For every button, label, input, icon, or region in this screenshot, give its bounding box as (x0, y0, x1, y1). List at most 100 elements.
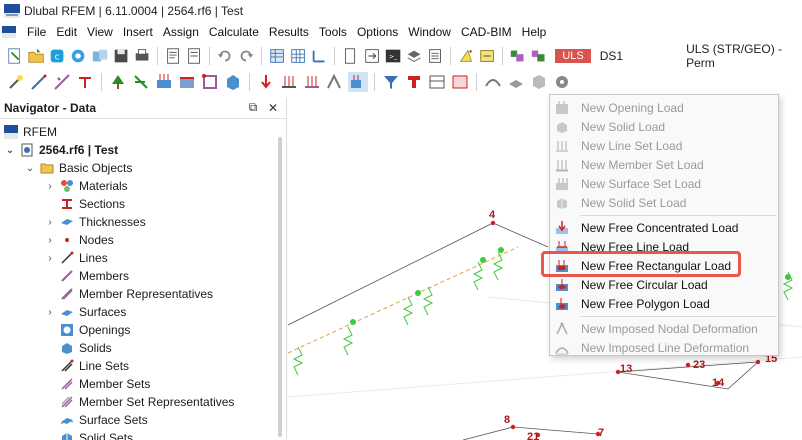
visibility-icon[interactable] (450, 72, 470, 92)
tree-node-sections[interactable]: Sections (60, 195, 125, 213)
menu-item-new-opening-load[interactable]: New Opening Load (550, 98, 778, 117)
tree-node-line-sets[interactable]: Line Sets (60, 357, 129, 375)
load-case-icon[interactable] (509, 46, 527, 66)
iso-view-icon[interactable] (506, 72, 526, 92)
new-line-icon[interactable] (29, 72, 49, 92)
frame-load-icon[interactable] (200, 72, 220, 92)
menu-tools[interactable]: Tools (314, 22, 352, 42)
menu-results[interactable]: Results (264, 22, 314, 42)
tree-node-nodes[interactable]: › Nodes (44, 231, 113, 249)
new-member-icon[interactable] (52, 72, 72, 92)
tree-node-member-sets[interactable]: Member Sets (60, 375, 150, 393)
menu-item-new-solid-load[interactable]: New Solid Load (550, 117, 778, 136)
tree-node-thicknesses[interactable]: › Thicknesses (44, 213, 145, 231)
tree-node-surfaces[interactable]: › Surfaces (44, 303, 126, 321)
chevron-right-icon[interactable]: › (44, 181, 56, 192)
menu-file[interactable]: File (22, 22, 51, 42)
tree-node-member-representatives[interactable]: Member Representatives (60, 285, 213, 303)
combination-icon[interactable] (530, 46, 548, 66)
chevron-right-icon[interactable]: › (44, 217, 56, 228)
print-icon[interactable] (133, 46, 151, 66)
menu-assign[interactable]: Assign (158, 22, 204, 42)
tree-node-solids[interactable]: Solids (60, 339, 112, 357)
menu-item-new-imposed-nodal-deformation[interactable]: New Imposed Nodal Deformation (550, 319, 778, 338)
tree-node-member-set-representatives[interactable]: Member Set Representatives (60, 393, 234, 411)
export-icon[interactable] (363, 46, 381, 66)
save-icon[interactable] (112, 46, 130, 66)
tree-node-openings[interactable]: Openings (60, 321, 130, 339)
undo-icon[interactable] (216, 46, 234, 66)
chevron-down-icon[interactable]: ⌄ (24, 163, 36, 174)
tree-node-materials[interactable]: › Materials (44, 177, 127, 195)
menu-item-new-free-polygon-load[interactable]: New Free Polygon Load (550, 294, 778, 313)
tree-load-icon[interactable] (108, 72, 128, 92)
multi-file-icon[interactable] (91, 46, 109, 66)
tree-node-lines[interactable]: › Lines (44, 249, 107, 267)
chevron-right-icon[interactable]: › (44, 307, 56, 318)
float-panel-icon[interactable]: ⧉ (246, 100, 260, 115)
filter-icon[interactable] (381, 72, 401, 92)
tree-node-solid-sets[interactable]: Solid Sets (60, 429, 133, 440)
deformation-icon[interactable] (483, 72, 503, 92)
imposed-load-icon[interactable] (325, 72, 345, 92)
wind-load-icon[interactable] (131, 72, 151, 92)
menu-insert[interactable]: Insert (118, 22, 158, 42)
menu-item-new-line-set-load[interactable]: New Line Set Load (550, 136, 778, 155)
menu-item-new-imposed-line-deformation[interactable]: New Imposed Line Deformation (550, 338, 778, 357)
menu-item-new-surface-set-load[interactable]: New Surface Set Load (550, 174, 778, 193)
section-icon[interactable] (404, 72, 424, 92)
tree-node-basic-objects[interactable]: ⌄ Basic Objects (24, 159, 133, 177)
new-node-icon[interactable] (6, 72, 26, 92)
menu-item-new-member-set-load[interactable]: New Member Set Load (550, 155, 778, 174)
tree-node-rfem[interactable]: RFEM (4, 123, 57, 141)
menu-view[interactable]: View (82, 22, 118, 42)
axis-icon[interactable] (310, 46, 328, 66)
menu-window[interactable]: Window (403, 22, 456, 42)
chevron-right-icon[interactable]: › (44, 235, 56, 246)
table-icon[interactable] (268, 46, 286, 66)
page-icon[interactable] (341, 46, 359, 66)
tree-node-surface-sets[interactable]: Surface Sets (60, 411, 148, 429)
menu-calculate[interactable]: Calculate (204, 22, 264, 42)
chevron-down-icon[interactable]: ⌄ (4, 145, 16, 156)
chevron-right-icon[interactable]: › (44, 253, 56, 264)
tree-node-members[interactable]: Members (60, 267, 129, 285)
menu-item-new-free-concentrated-load[interactable]: New Free Concentrated Load (550, 218, 778, 237)
new-support-icon[interactable] (75, 72, 95, 92)
member-line-load-icon[interactable] (302, 72, 322, 92)
member-load-icon[interactable] (177, 72, 197, 92)
open-folder-icon[interactable] (27, 46, 45, 66)
redo-icon[interactable] (237, 46, 255, 66)
line-load-icon[interactable] (279, 72, 299, 92)
new-model-icon[interactable] (6, 46, 24, 66)
free-load-active-icon[interactable] (348, 72, 368, 92)
menu-item-new-free-circular-load[interactable]: New Free Circular Load (550, 275, 778, 294)
layers-icon[interactable] (405, 46, 423, 66)
node-load-icon[interactable] (256, 72, 276, 92)
design-situation-combo[interactable]: ULS (STR/GEO) - Perm (686, 42, 802, 70)
web-services-icon[interactable] (69, 46, 87, 66)
grid-icon[interactable] (289, 46, 307, 66)
document-icon[interactable] (185, 46, 203, 66)
tree-node-file[interactable]: ⌄ 2564.rf6 | Test (4, 141, 118, 159)
script-icon[interactable]: >_ (384, 46, 402, 66)
render-icon[interactable] (529, 72, 549, 92)
menu-help[interactable]: Help (517, 22, 552, 42)
app-menu-icon[interactable] (2, 26, 16, 38)
report-icon[interactable] (164, 46, 182, 66)
settings-icon[interactable] (552, 72, 572, 92)
cloud-icon[interactable]: c (48, 46, 66, 66)
design-situation-label[interactable]: DS1 (600, 49, 623, 63)
menu-edit[interactable]: Edit (51, 22, 82, 42)
navigator-scrollbar[interactable] (278, 137, 282, 437)
list-icon[interactable] (426, 46, 444, 66)
pointer-icon[interactable] (457, 46, 475, 66)
surface-load-icon[interactable] (154, 72, 174, 92)
close-icon[interactable]: ✕ (266, 101, 280, 115)
solid-load-icon[interactable] (223, 72, 243, 92)
dimension-icon[interactable] (478, 46, 496, 66)
menu-cad-bim[interactable]: CAD-BIM (456, 22, 517, 42)
view-icon[interactable] (427, 72, 447, 92)
menu-item-new-solid-set-load[interactable]: New Solid Set Load (550, 193, 778, 212)
menu-options[interactable]: Options (352, 22, 403, 42)
